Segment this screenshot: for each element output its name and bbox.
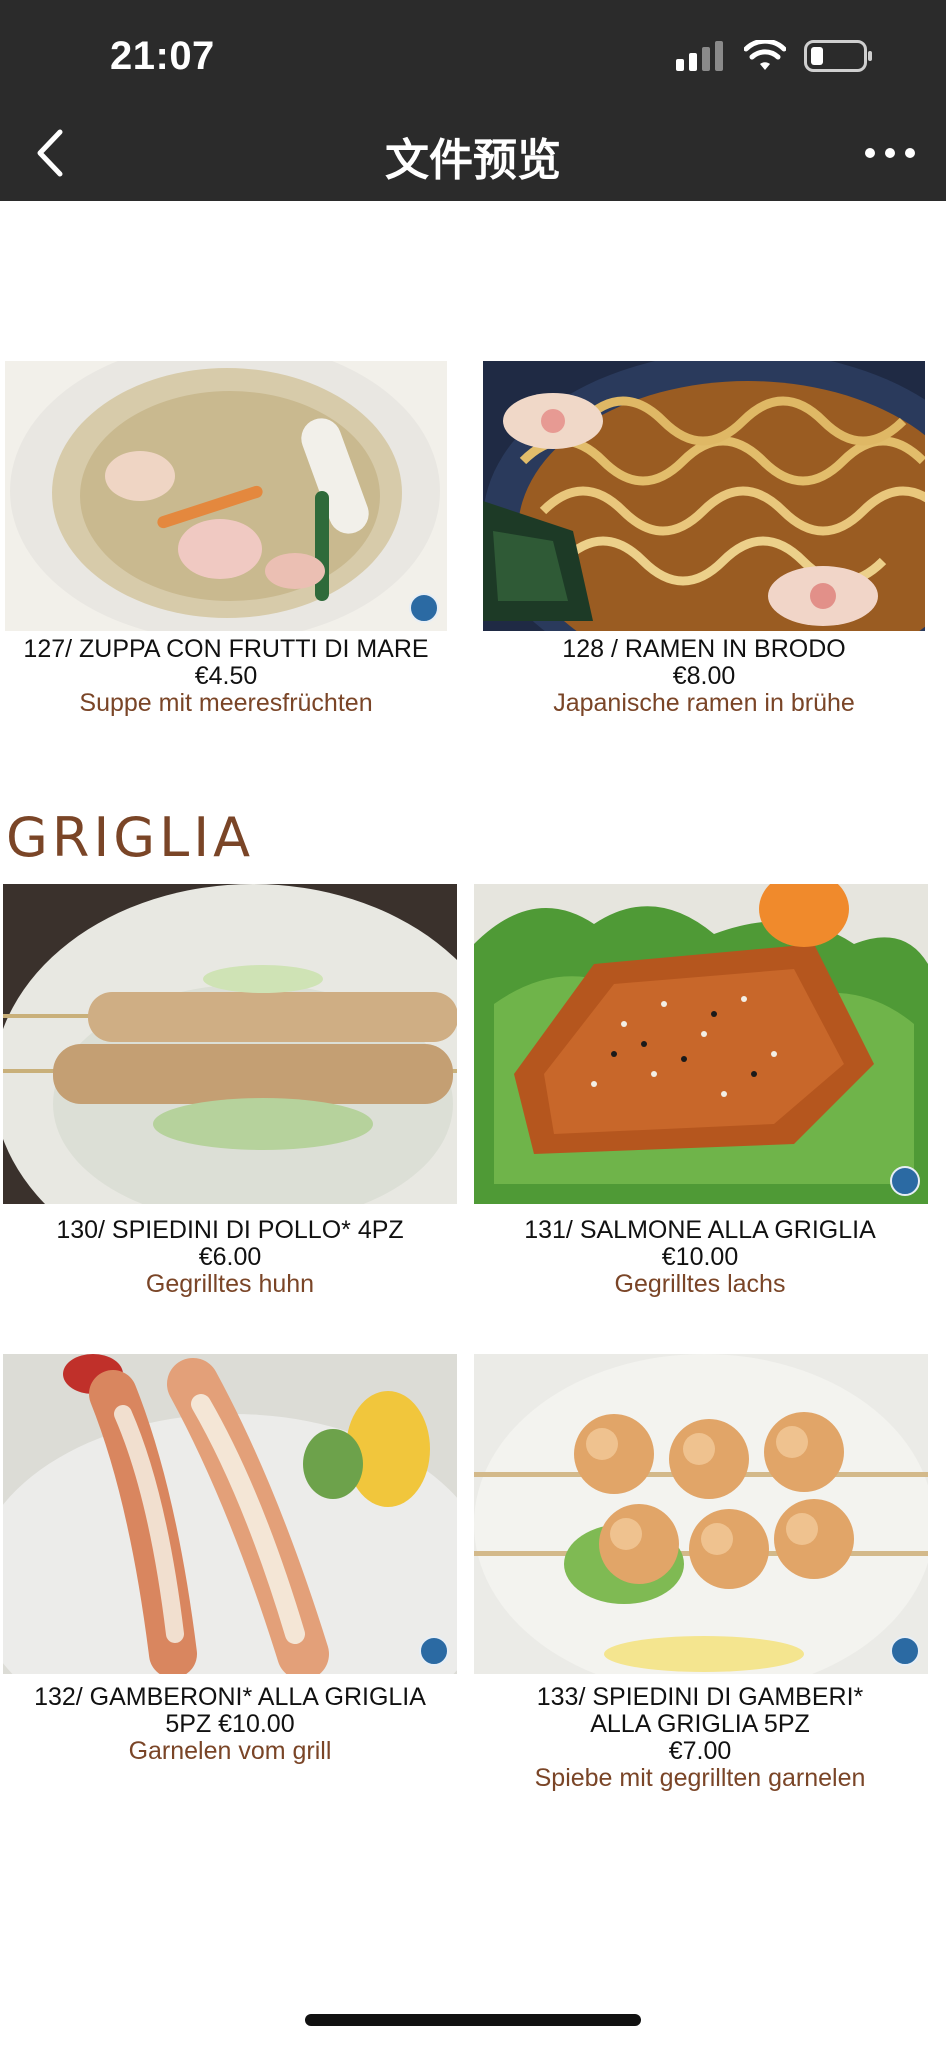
fish-icon [890,1166,920,1196]
menu-item-131: 131/ SALMONE ALLA GRIGLIA €10.00 Gegrill… [472,1217,928,1298]
more-button[interactable] [862,138,918,168]
item-german-description: Garnelen vom grill [128,1737,332,1765]
menu-item-127: 127/ ZUPPA CON FRUTTI DI MARE €4.50 Supp… [0,636,452,717]
ramen-bowl-image [483,361,925,631]
item-title: 131/ SALMONE ALLA GRIGLIA [524,1216,876,1244]
item-german-description: Suppe mit meeresfrüchten [79,689,373,717]
top-bar: 21:07 文件预览 [0,0,946,201]
photo-shrimp-skewers [474,1354,928,1674]
menu-item-128: 128 / RAMEN IN BRODO €8.00 Japanische ra… [478,636,930,717]
soup-bowl-image [10,361,440,631]
status-time: 21:07 [110,34,215,78]
menu-item-130: 130/ SPIEDINI DI POLLO* 4PZ €6.00 Gegril… [2,1217,458,1298]
item-title: 130/ SPIEDINI DI POLLO* 4PZ [56,1216,404,1244]
fish-icon [419,1636,449,1666]
item-price: €6.00 [198,1243,262,1271]
section-title-griglia: GRIGLIA [6,806,255,869]
photo-ramen [483,361,925,631]
shrimp-skewers-image [474,1354,928,1674]
fish-icon [890,1636,920,1666]
chicken-skewers-image [3,884,457,1204]
item-german-description: Gegrilltes lachs [614,1270,786,1298]
photo-grilled-prawns [3,1354,457,1674]
menu-item-133: 133/ SPIEDINI DI GAMBERI* ALLA GRIGLIA 5… [472,1684,928,1792]
signal-icon [676,41,723,71]
fish-icon [409,593,439,623]
battery-icon [804,40,872,72]
item-title: 127/ ZUPPA CON FRUTTI DI MARE [23,635,429,663]
item-title: 133/ SPIEDINI DI GAMBERI* [536,1683,864,1711]
photo-grilled-salmon [474,884,928,1204]
photo-seafood-soup [5,361,447,631]
item-title-line2: 5PZ €10.00 [165,1710,295,1738]
item-german-description: Spiebe mit gegrillten garnelen [534,1764,866,1792]
wifi-icon [744,40,786,70]
item-title: 128 / RAMEN IN BRODO [562,635,846,663]
item-title: 132/ GAMBERONI* ALLA GRIGLIA [34,1683,426,1711]
status-icons [676,36,874,76]
item-german-description: Gegrilltes huhn [145,1270,315,1298]
item-price: €10.00 [661,1243,739,1271]
menu-item-132: 132/ GAMBERONI* ALLA GRIGLIA 5PZ €10.00 … [2,1684,458,1765]
item-price: €7.00 [668,1737,732,1765]
item-price: €4.50 [194,662,258,690]
item-price: €8.00 [672,662,736,690]
photo-chicken-skewers [3,884,457,1204]
salmon-image [474,884,928,1204]
prawns-image [3,1354,457,1674]
more-dots-icon [865,148,915,158]
page-title: 文件预览 [385,135,561,186]
home-indicator[interactable] [305,2014,641,2026]
item-german-description: Japanische ramen in brühe [553,689,855,717]
item-title-line2: ALLA GRIGLIA 5PZ [590,1710,810,1738]
